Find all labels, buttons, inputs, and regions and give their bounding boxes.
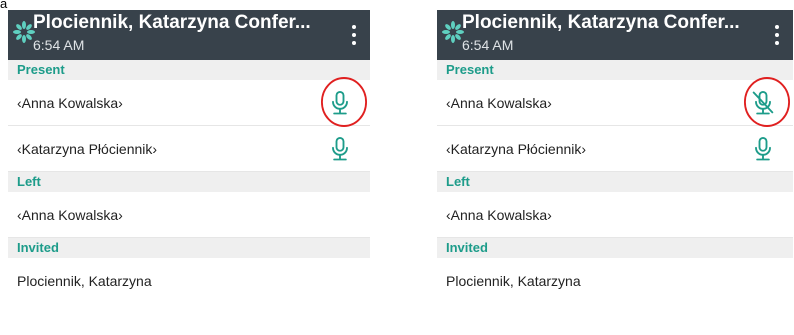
participant-name: ‹Anna Kowalska› <box>17 95 123 111</box>
highlight-ring <box>321 77 367 127</box>
section-left: Left <box>437 172 793 192</box>
participant-name: ‹Katarzyna Płóciennik› <box>446 141 587 157</box>
participant-name: ‹Anna Kowalska› <box>446 95 552 111</box>
phone-screen-left: Plociennik, Katarzyna Confer... 6:54 AM … <box>8 10 370 335</box>
overflow-menu-icon[interactable] <box>771 25 783 45</box>
participant-name: ‹Katarzyna Płóciennik› <box>17 141 158 157</box>
participant-row[interactable]: Plociennik, Katarzyna <box>8 258 370 304</box>
overflow-menu-icon[interactable] <box>348 25 360 45</box>
app-bar: Plociennik, Katarzyna Confer... 6:54 AM <box>437 10 793 60</box>
section-left: Left <box>8 172 370 192</box>
participant-row[interactable]: ‹Anna Kowalska› <box>437 77 793 127</box>
participant-row[interactable]: ‹Anna Kowalska› <box>8 192 370 238</box>
highlight-ring <box>744 77 790 127</box>
figure-label: a) <box>0 0 8 8</box>
microphone-icon[interactable] <box>326 135 354 163</box>
conference-title: Plociennik, Katarzyna Confer... <box>33 12 311 33</box>
participant-name: ‹Anna Kowalska› <box>17 207 123 223</box>
conference-time: 6:54 AM <box>33 37 85 53</box>
participant-name: ‹Anna Kowalska› <box>446 207 552 223</box>
participant-row[interactable]: ‹Anna Kowalska› <box>8 77 370 127</box>
microphone-icon[interactable] <box>749 135 777 163</box>
participant-row[interactable]: ‹Katarzyna Płóciennik› <box>8 126 370 172</box>
participant-row[interactable]: ‹Anna Kowalska› <box>437 192 793 238</box>
conference-title: Plociennik, Katarzyna Confer... <box>462 12 740 33</box>
section-present: Present <box>8 60 370 80</box>
section-invited: Invited <box>8 238 370 258</box>
conference-time: 6:54 AM <box>462 37 514 53</box>
participant-row[interactable]: Plociennik, Katarzyna <box>437 258 793 304</box>
participant-name: Plociennik, Katarzyna <box>446 273 581 289</box>
section-present: Present <box>437 60 793 80</box>
phone-screen-right: Plociennik, Katarzyna Confer... 6:54 AM … <box>437 10 793 335</box>
section-invited: Invited <box>437 238 793 258</box>
participant-row[interactable]: ‹Katarzyna Płóciennik› <box>437 126 793 172</box>
app-bar: Plociennik, Katarzyna Confer... 6:54 AM <box>8 10 370 60</box>
participant-name: Plociennik, Katarzyna <box>17 273 152 289</box>
